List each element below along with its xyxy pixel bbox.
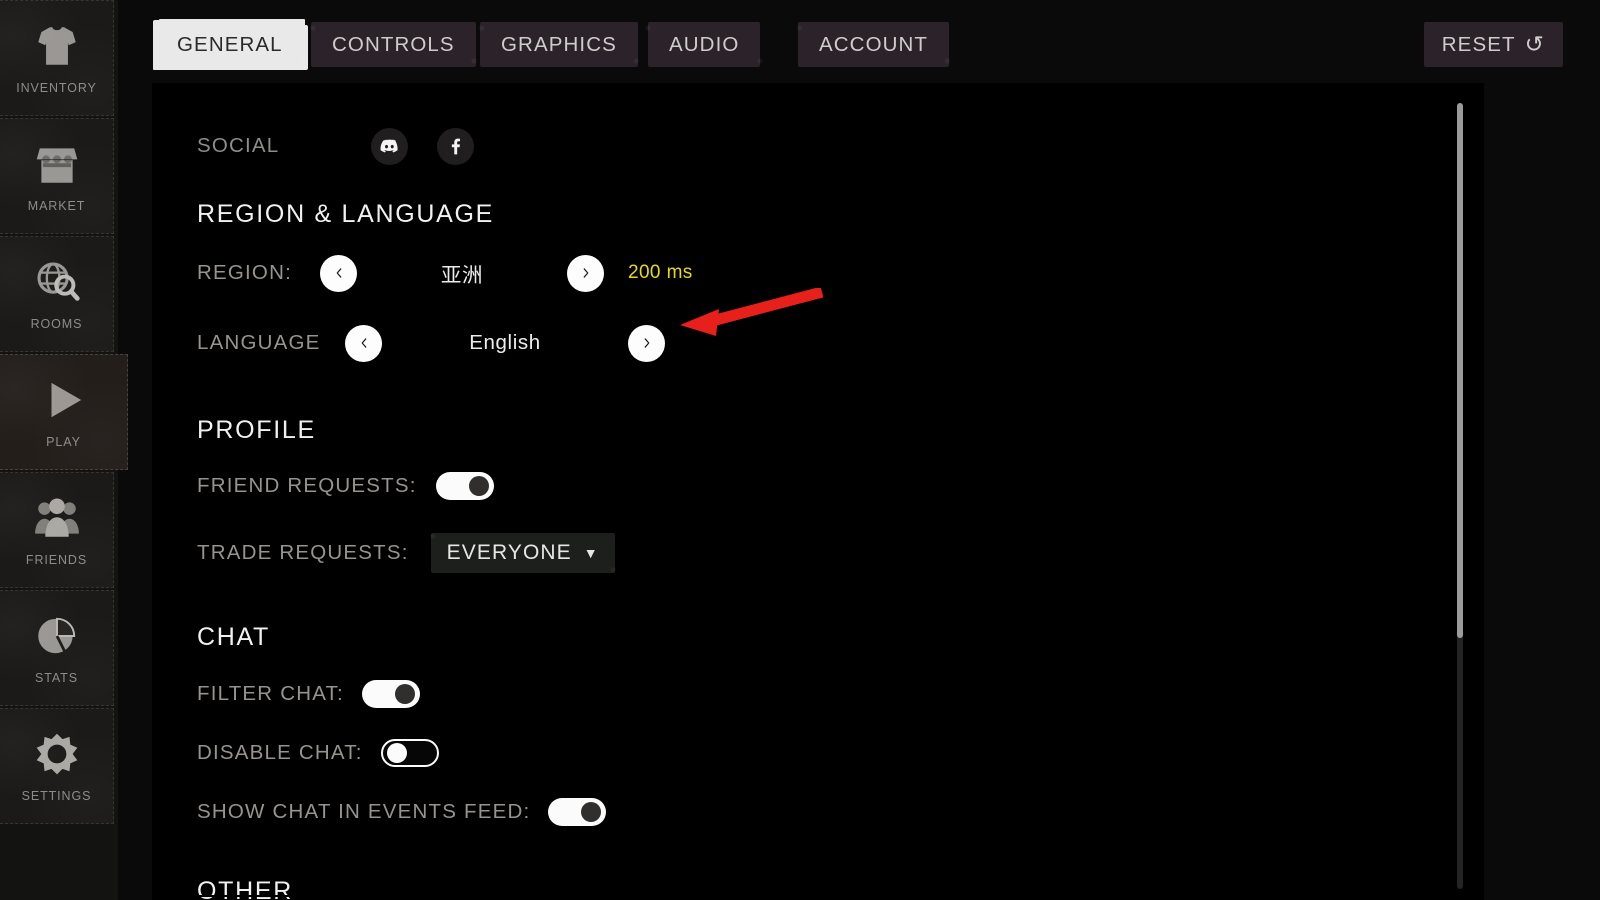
settings-panel: SOCIAL REGION & LANGUAGE REGION: 亚洲 200 …	[152, 83, 1484, 900]
trade-requests-label: TRADE REQUESTS:	[197, 541, 409, 564]
filter-chat-row: FILTER CHAT:	[197, 677, 1484, 711]
show-chat-feed-row: SHOW CHAT IN EVENTS FEED:	[197, 795, 1484, 829]
gear-icon	[32, 729, 82, 779]
chevron-right-icon	[583, 268, 588, 278]
profile-title: PROFILE	[197, 416, 316, 444]
toggle-knob	[468, 476, 489, 496]
toggle-knob	[394, 684, 415, 704]
social-label: SOCIAL	[197, 134, 280, 157]
other-title: OTHER	[197, 877, 293, 900]
show-chat-feed-toggle[interactable]	[548, 798, 607, 826]
settings-tab-bar: GENERAL CONTROLS GRAPHICS AUDIO ACCOUNT RESET…	[118, 0, 1600, 88]
disable-chat-label: DISABLE CHAT:	[197, 741, 363, 764]
tab-controls[interactable]: CONTROLS	[306, 19, 481, 70]
chat-title: CHAT	[197, 623, 270, 651]
chevron-right-icon	[644, 338, 649, 348]
main-sidebar: INVENTORY MARKET ROOMS PLAY FRIENDS STATS SETT…	[0, 0, 128, 900]
play-icon	[39, 375, 89, 425]
friend-requests-toggle[interactable]	[435, 472, 494, 500]
sidebar-item-label: SETTINGS	[21, 789, 92, 803]
people-icon	[32, 493, 82, 543]
region-label: REGION:	[197, 261, 292, 284]
trade-requests-row: TRADE REQUESTS: EVERYONE ▼	[197, 531, 1484, 575]
filter-chat-label: FILTER CHAT:	[197, 682, 344, 705]
language-row: LANGUAGE English	[197, 322, 1484, 364]
settings-content: SOCIAL REGION & LANGUAGE REGION: 亚洲 200 …	[152, 83, 1484, 900]
sidebar-item-label: INVENTORY	[16, 81, 97, 95]
chevron-left-icon	[361, 338, 366, 348]
discord-icon	[380, 139, 398, 152]
sidebar-item-rooms[interactable]: ROOMS	[0, 236, 114, 352]
tshirt-icon	[32, 21, 82, 71]
tab-graphics[interactable]: GRAPHICS	[475, 19, 643, 70]
sidebar-item-label: FRIENDS	[25, 553, 88, 567]
sidebar-item-play[interactable]: PLAY	[0, 354, 128, 470]
chevron-down-icon: ▼	[583, 545, 599, 561]
toggle-knob	[386, 743, 407, 763]
trade-requests-dropdown[interactable]: EVERYONE ▼	[426, 531, 619, 575]
tab-account[interactable]: ACCOUNT	[792, 19, 955, 70]
region-value: 亚洲	[440, 264, 484, 287]
tab-general[interactable]: GENERAL	[151, 19, 309, 70]
sidebar-item-label: STATS	[35, 671, 78, 685]
sidebar-item-settings[interactable]: SETTINGS	[0, 708, 114, 824]
language-label: LANGUAGE	[197, 331, 321, 354]
globe-search-icon	[32, 257, 82, 307]
region-row: REGION: 亚洲 200 ms	[197, 252, 1484, 294]
sidebar-item-market[interactable]: MARKET	[0, 118, 114, 234]
undo-arrow-icon: ↺	[1524, 31, 1545, 57]
friend-requests-label: FRIEND REQUESTS:	[197, 474, 417, 497]
sidebar-item-inventory[interactable]: INVENTORY	[0, 0, 114, 116]
settings-scrollbar[interactable]	[1457, 103, 1463, 889]
disable-chat-row: DISABLE CHAT:	[197, 736, 1484, 770]
trade-requests-value: EVERYONE	[446, 541, 572, 564]
settings-screen: INVENTORY MARKET ROOMS PLAY FRIENDS STATS SETT…	[0, 0, 1600, 900]
sidebar-item-friends[interactable]: FRIENDS	[0, 472, 114, 588]
region-next-button[interactable]	[567, 254, 604, 292]
tab-audio[interactable]: AUDIO	[642, 19, 766, 70]
reset-label: RESET	[1441, 32, 1516, 56]
filter-chat-toggle[interactable]	[361, 680, 420, 708]
toggle-knob	[581, 802, 602, 822]
sidebar-item-stats[interactable]: STATS	[0, 590, 114, 706]
region-prev-button[interactable]	[320, 254, 357, 292]
friend-requests-row: FRIEND REQUESTS:	[197, 469, 1484, 503]
facebook-button[interactable]	[437, 127, 474, 165]
scrollbar-thumb[interactable]	[1457, 103, 1463, 638]
chevron-left-icon	[336, 268, 341, 278]
pie-chart-icon	[32, 611, 82, 661]
reset-button[interactable]: RESET ↺	[1423, 22, 1563, 67]
region-latency: 200 ms	[628, 262, 693, 283]
facebook-icon	[451, 138, 461, 154]
region-language-title: REGION & LANGUAGE	[197, 200, 495, 228]
sidebar-item-label: PLAY	[46, 435, 81, 449]
shop-icon	[32, 139, 82, 189]
language-prev-button[interactable]	[345, 324, 382, 362]
social-row: SOCIAL	[197, 123, 1484, 169]
language-next-button[interactable]	[628, 324, 665, 362]
sidebar-item-label: MARKET	[27, 199, 86, 213]
sidebar-item-label: ROOMS	[30, 317, 83, 331]
language-value: English	[469, 331, 541, 354]
discord-button[interactable]	[371, 127, 408, 165]
show-chat-feed-label: SHOW CHAT IN EVENTS FEED:	[197, 800, 531, 823]
disable-chat-toggle[interactable]	[380, 739, 439, 767]
